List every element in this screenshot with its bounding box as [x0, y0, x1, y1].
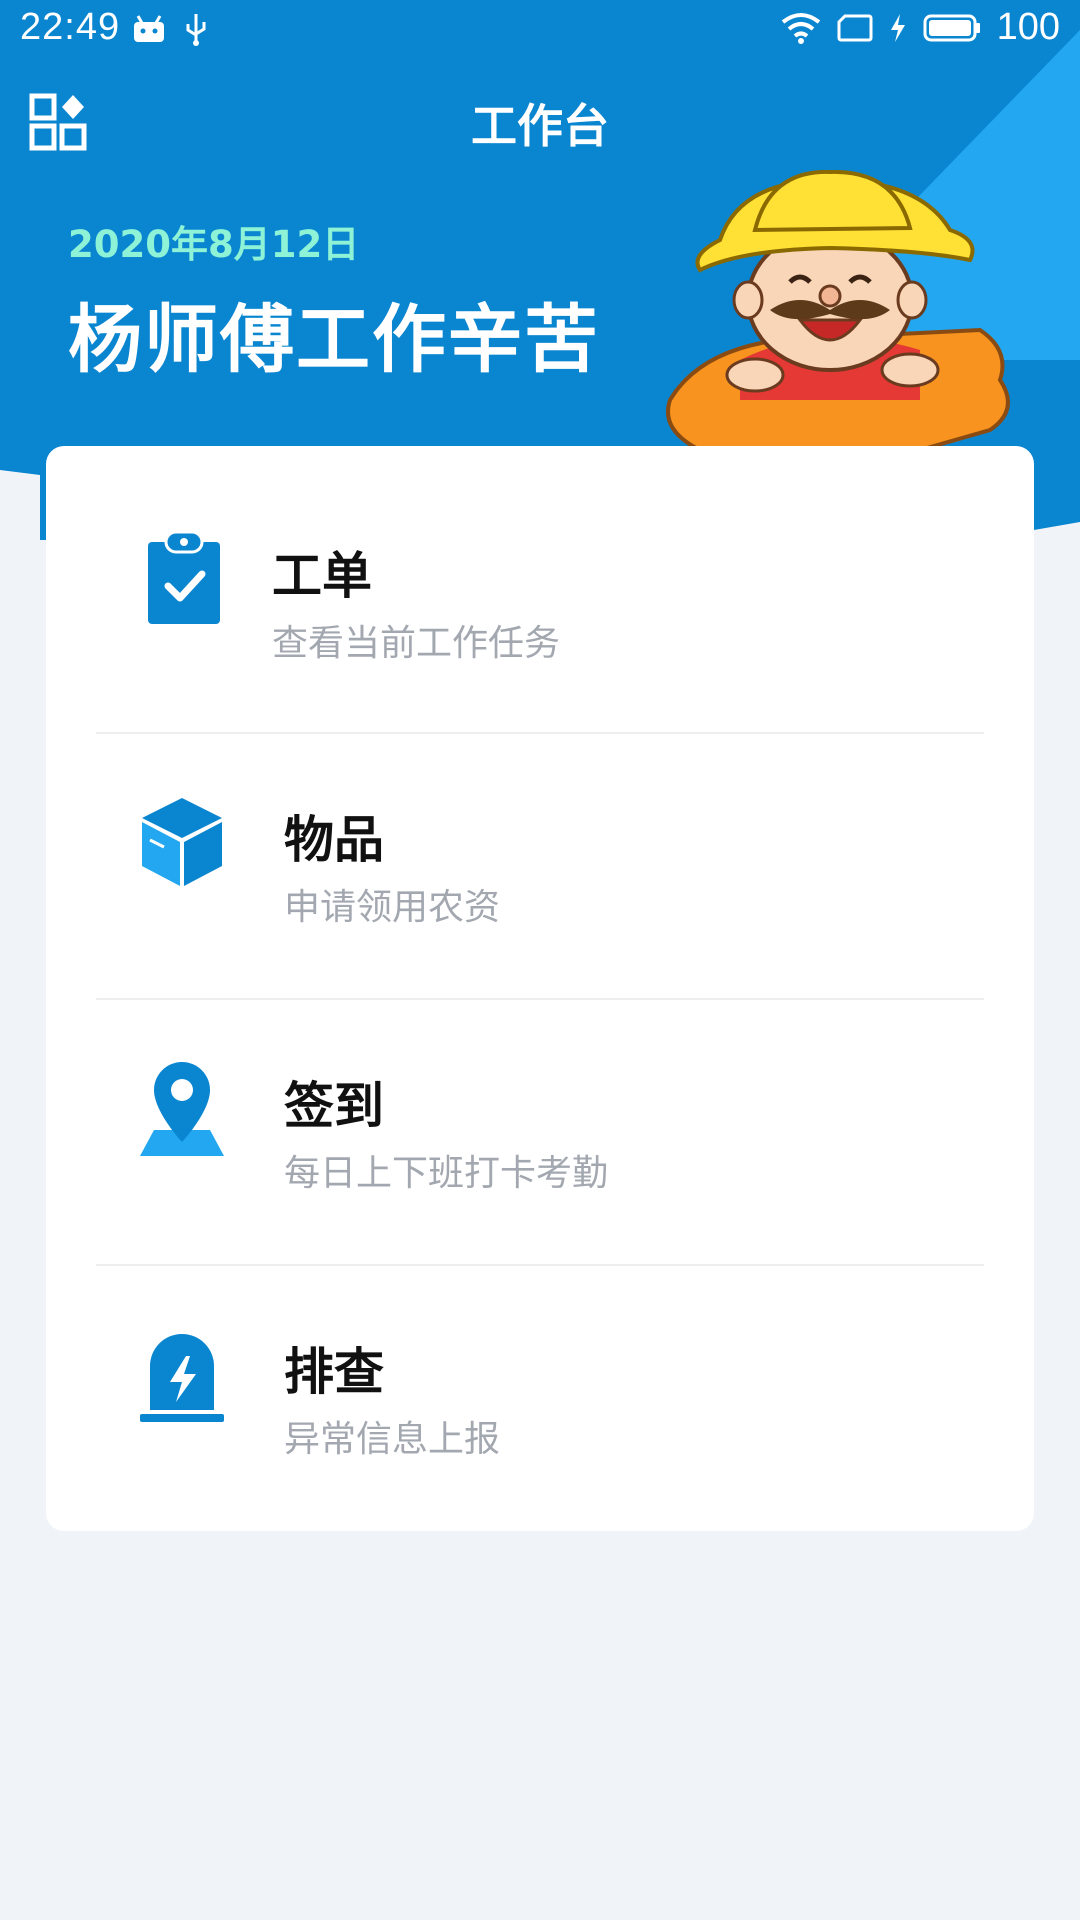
- greeting-message: 杨师傅工作辛苦: [68, 297, 600, 383]
- title-bar: 工作台: [0, 80, 1080, 160]
- menu-item-subtitle: 每日上下班打卡考勤: [284, 1153, 609, 1194]
- menu-item-goods[interactable]: 物品 申请领用农资: [46, 710, 1034, 974]
- menu-item-work-order[interactable]: 工单 查看当前工作任务: [46, 446, 1034, 710]
- menu-item-inspection[interactable]: 排查 异常信息上报: [46, 1242, 1034, 1506]
- greeting-date: 2020年8月12日: [68, 223, 360, 266]
- menu-item-title: 签到: [284, 1077, 384, 1135]
- menu-item-subtitle: 申请领用农资: [284, 887, 501, 928]
- clipboard-check-icon: [148, 530, 220, 624]
- android-icon: [134, 15, 164, 42]
- box-icon: [142, 798, 222, 886]
- menu-item-title: 物品: [284, 811, 384, 869]
- menu-item-check-in[interactable]: 签到 每日上下班打卡考勤: [46, 976, 1034, 1240]
- screen-rotate-icon: [837, 14, 873, 41]
- battery-level: 100: [996, 6, 1060, 48]
- menu-item-subtitle: 查看当前工作任务: [272, 623, 561, 664]
- menu-item-title: 工单: [272, 547, 372, 605]
- usb-icon: [186, 14, 206, 46]
- menu-item-subtitle: 异常信息上报: [284, 1419, 501, 1460]
- status-time: 22:49: [20, 6, 121, 48]
- alarm-light-icon: [140, 1334, 224, 1422]
- location-pin-icon: [140, 1062, 224, 1156]
- page-title: 工作台: [471, 99, 609, 153]
- wifi-icon: [781, 12, 820, 44]
- battery-icon: [923, 14, 980, 41]
- status-bar: 22:49 100: [0, 0, 1080, 62]
- charging-icon: [890, 13, 905, 42]
- farmer-mascot-illustration: [666, 170, 1010, 450]
- menu-item-title: 排查: [284, 1343, 384, 1401]
- menu-card: 工单 查看当前工作任务 物品 申请领用农资 签到 每日上下班打卡考勤 排查 异常…: [46, 446, 1034, 1531]
